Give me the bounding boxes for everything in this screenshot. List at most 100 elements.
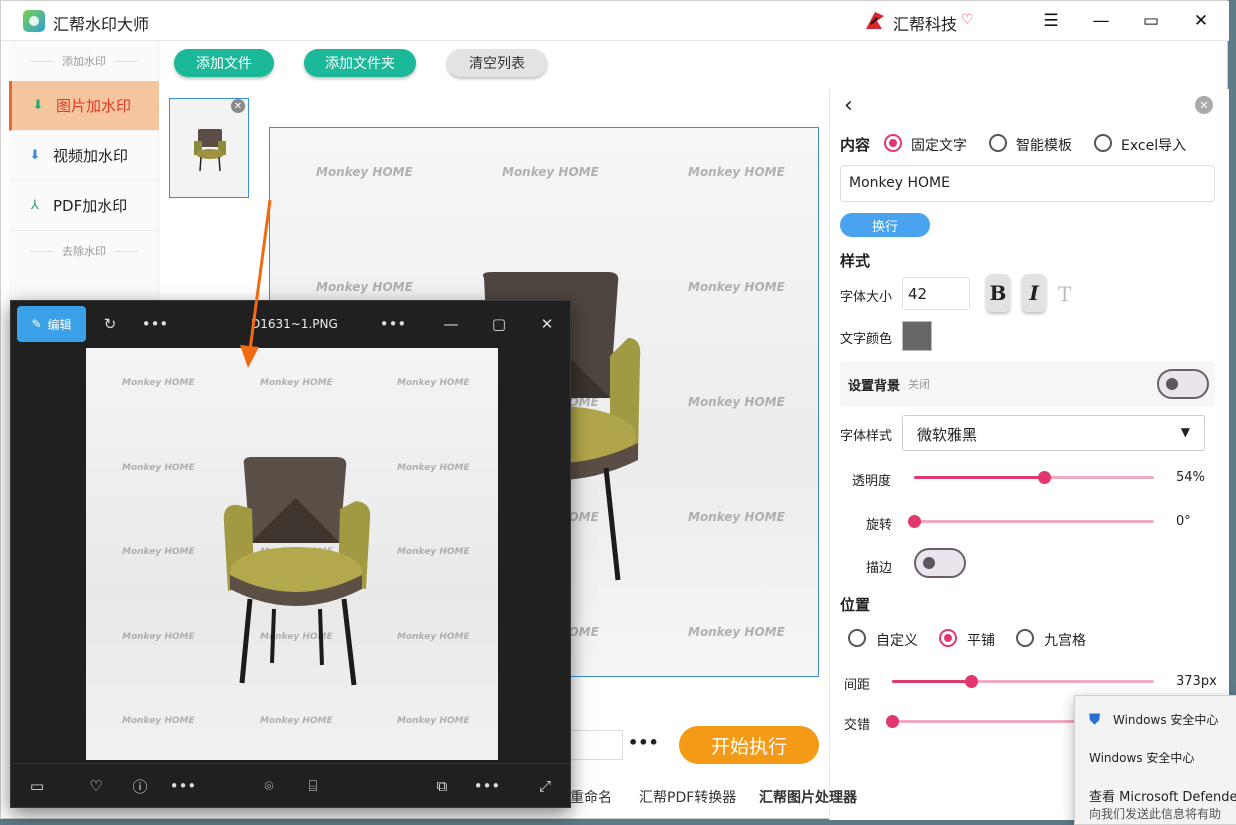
link-image-processor[interactable]: 汇帮图片处理器 <box>759 787 857 807</box>
stroke-toggle[interactable] <box>914 548 966 578</box>
download-icon: ⬇ <box>32 98 44 113</box>
watermark-text: Monkey HOME <box>260 716 333 726</box>
spacing-slider[interactable] <box>892 675 1154 688</box>
watermark-text: Monkey HOME <box>688 510 785 524</box>
file-thumbnail[interactable] <box>169 98 249 198</box>
opacity-value: 54% <box>1176 470 1205 485</box>
more-icon[interactable]: ••• <box>474 775 501 797</box>
sidebar-item-video-watermark[interactable]: ⬇ 视频加水印 <box>9 131 159 181</box>
font-style-label: 字体样式 <box>840 429 893 444</box>
watermark-text: Monkey HOME <box>688 395 785 409</box>
more-options-icon[interactable]: ••• <box>628 733 659 752</box>
pdf-icon: ⅄ <box>31 198 39 213</box>
font-size-label: 字体大小 <box>840 290 893 305</box>
watermark-text: Monkey HOME <box>122 378 195 388</box>
app-title: 汇帮水印大师 <box>53 15 150 34</box>
remove-file-icon[interactable]: ✕ <box>231 99 245 113</box>
text-scan-icon[interactable]: ⌸ <box>302 775 324 797</box>
back-chevron-icon[interactable]: ‹ <box>844 93 853 118</box>
filmstrip-icon[interactable]: ▭ <box>26 775 48 797</box>
rotate-slider-knob[interactable] <box>908 515 921 528</box>
watermark-text: Monkey HOME <box>397 378 470 388</box>
background-setting-row: 设置背景 关闭 <box>840 361 1215 407</box>
text-color-swatch[interactable] <box>902 321 932 351</box>
fullscreen-icon[interactable]: ⤢ <box>534 775 556 797</box>
viewer-bottom-bar: ▭ ♡ ⓘ ••• ⌾ ⌸ ⧉ ••• ⤢ <box>11 763 570 807</box>
heart-icon[interactable]: ♡ <box>961 12 974 28</box>
add-folder-button[interactable]: 添加文件夹 <box>304 49 416 77</box>
minimize-icon[interactable]: — <box>439 313 463 335</box>
radio-excel-import[interactable] <box>1094 134 1112 152</box>
bold-button[interactable]: B <box>986 274 1010 312</box>
italic-button[interactable]: I <box>1022 274 1046 312</box>
photo-viewer-window: ✎ 编辑 ↻ ••• D1631~1.PNG ••• — ▢ ✕ Monkey H… <box>10 300 571 808</box>
background-toggle[interactable] <box>1157 369 1209 399</box>
radio-tile-position[interactable] <box>939 629 957 647</box>
menu-icon[interactable]: ☰ <box>1031 5 1071 37</box>
pos-tile-label: 平铺 <box>967 633 995 649</box>
more-icon[interactable]: ••• <box>142 313 169 335</box>
maximize-button[interactable]: ▭ <box>1131 5 1171 37</box>
app-logo-icon <box>23 10 45 32</box>
chair-image <box>223 457 371 686</box>
watermark-text: Monkey HOME <box>260 378 333 388</box>
sidebar: 添加水印 ⬇ 图片加水印 ⬇ 视频加水印 ⅄ PDF加水印 去除水印 <box>9 41 159 341</box>
radio-smart-template[interactable] <box>989 134 1007 152</box>
sidebar-item-label: PDF加水印 <box>53 197 128 215</box>
info-icon[interactable]: ⓘ <box>129 775 151 797</box>
more-icon[interactable]: ••• <box>170 775 197 797</box>
watermark-text: Monkey HOME <box>122 547 195 557</box>
radio-fixed-text[interactable] <box>884 134 902 152</box>
slideshow-icon[interactable]: ⧉ <box>431 775 453 797</box>
link-rename[interactable]: 重命名 <box>570 787 612 807</box>
spacing-slider-knob[interactable] <box>964 675 978 688</box>
sidebar-item-pdf-watermark[interactable]: ⅄ PDF加水印 <box>9 181 159 231</box>
visual-search-icon[interactable]: ⌾ <box>258 775 280 797</box>
newline-button[interactable]: 换行 <box>840 213 930 237</box>
chair-thumbnail-image <box>194 129 226 172</box>
sidebar-item-image-watermark[interactable]: ⬇ 图片加水印 <box>9 81 159 131</box>
watermark-text: Monkey HOME <box>397 463 470 473</box>
minimize-button[interactable]: — <box>1081 5 1121 37</box>
font-size-input[interactable]: 42 <box>902 277 970 310</box>
windows-security-toast[interactable]: ⛊ Windows 安全中心 Windows 安全中心 查看 Microsoft… <box>1074 695 1236 825</box>
maximize-icon[interactable]: ▢ <box>487 313 511 335</box>
close-icon[interactable]: ✕ <box>535 313 559 335</box>
link-pdf-converter[interactable]: 汇帮PDF转换器 <box>639 787 736 807</box>
toast-title: Windows 安全中心 <box>1113 713 1219 727</box>
watermark-text: Monkey HOME <box>316 165 413 179</box>
rotate-icon[interactable]: ↻ <box>99 313 121 335</box>
font-style-select[interactable]: 微软雅黑 ▼ <box>902 415 1205 451</box>
watermark-text-input[interactable]: Monkey HOME <box>840 165 1215 202</box>
toast-line1: 查看 Microsoft Defende <box>1089 790 1236 805</box>
opacity-label: 透明度 <box>852 474 892 489</box>
watermark-text: Monkey HOME <box>122 716 195 726</box>
add-file-button[interactable]: 添加文件 <box>174 49 274 77</box>
rotate-value: 0° <box>1176 514 1191 529</box>
radio-grid-position[interactable] <box>1016 629 1034 647</box>
more-icon[interactable]: ••• <box>380 313 407 335</box>
clear-format-icon[interactable]: T <box>1058 282 1071 306</box>
sidebar-item-label: 视频加水印 <box>53 147 129 165</box>
edit-label: 编辑 <box>47 317 72 332</box>
close-panel-icon[interactable]: ✕ <box>1195 96 1213 114</box>
viewer-image: Monkey HOME Monkey HOME Monkey HOME Monkey … <box>86 348 498 760</box>
opacity-slider-knob[interactable] <box>1037 471 1051 484</box>
stagger-slider-knob[interactable] <box>886 715 899 728</box>
rotate-slider[interactable] <box>908 515 1154 528</box>
close-button[interactable]: ✕ <box>1181 5 1221 37</box>
radio-custom-position[interactable] <box>848 629 866 647</box>
heart-icon[interactable]: ♡ <box>85 775 107 797</box>
watermark-text: Monkey HOME <box>502 165 599 179</box>
spacing-label: 间距 <box>844 678 871 693</box>
clear-list-button[interactable]: 清空列表 <box>447 49 547 77</box>
content-label: 内容 <box>840 136 871 154</box>
watermark-text: Monkey HOME <box>122 632 195 642</box>
edit-button[interactable]: ✎ 编辑 <box>17 306 86 342</box>
bg-state: 关闭 <box>908 378 930 391</box>
start-button[interactable]: 开始执行 <box>679 726 819 764</box>
stroke-label: 描边 <box>866 561 893 576</box>
opacity-slider[interactable] <box>914 471 1154 484</box>
sidebar-item-label: 图片加水印 <box>56 97 132 115</box>
title-bar: 汇帮水印大师 汇帮科技 ♡ ☰ — ▭ ✕ <box>1 1 1229 41</box>
